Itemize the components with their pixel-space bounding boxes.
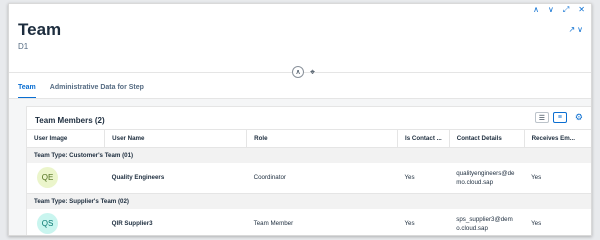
share-icon: ↗ [568,25,576,34]
team-members-table: User Image User Name Role Is Contact ...… [27,129,591,235]
header-nav-icons: ∧ ∨ ⤢ ✕ [533,5,585,15]
header-collapse-bar: ∧ ⌖ [292,66,315,78]
table-row[interactable]: QS QIR Supplier3 Team Member Yes sps_sup… [27,208,591,235]
contact-details-cell: qualityengineers@demo.cloud.sap [449,162,525,194]
table-toolbar: ☰ ≡ ⚙ [534,112,583,123]
receives-email-cell: Yes [524,162,591,194]
receives-email-cell: Yes [524,208,591,235]
column-header-role[interactable]: Role [246,129,398,148]
fullscreen-icon[interactable]: ⤢ [563,5,569,15]
page-subtitle: D1 [18,42,29,51]
group-header-row[interactable]: Team Type: Supplier's Team (02) [27,193,591,209]
object-page-window: ∧ ∨ ⤢ ✕ Team D1 ↗ ∨ ∧ ⌖ Team Administrat… [8,3,592,236]
column-header-user-name[interactable]: User Name [104,129,247,148]
chevron-down-icon: ∨ [577,25,583,34]
chevron-up-icon: ∧ [295,69,301,76]
table-row[interactable]: QE Quality Engineers Coordinator Yes qua… [27,162,591,194]
card-title: Team Members (2) [35,116,105,125]
user-name-cell: QIR Supplier3 [104,208,247,235]
user-name-cell: Quality Engineers [104,162,247,194]
table-header-row: User Image User Name Role Is Contact ...… [27,129,591,148]
column-header-receives-email[interactable]: Receives Em... [523,129,591,148]
section-tabs: Team Administrative Data for Step [18,84,144,99]
group-label: Team Type: Customer's Team (01) [27,147,591,163]
group-label: Team Type: Supplier's Team (02) [27,193,591,209]
avatar: QE [37,167,58,189]
role-cell: Team Member [246,208,398,235]
pin-header-icon[interactable]: ⌖ [310,67,315,78]
expand-all-button[interactable]: ☰ [534,112,549,123]
contact-details-cell: sps_supplier3@demo.cloud.sap [449,208,525,235]
page-title: Team [18,20,62,39]
tab-team[interactable]: Team [18,84,36,99]
collapse-all-button[interactable]: ≡ [552,112,567,123]
column-header-contact-details[interactable]: Contact Details [448,129,525,148]
chevron-down-icon[interactable]: ∨ [548,5,554,15]
settings-gear-icon[interactable]: ⚙ [575,112,583,123]
share-button[interactable]: ↗ ∨ [568,25,583,34]
team-members-card: Team Members (2) ☰ ≡ ⚙ User Image User N… [26,106,591,235]
is-contact-cell: Yes [397,208,450,235]
close-icon[interactable]: ✕ [578,5,585,15]
role-cell: Coordinator [246,162,398,194]
chevron-up-icon[interactable]: ∧ [533,5,539,15]
is-contact-cell: Yes [397,162,450,194]
user-image-cell: QE [27,162,105,194]
column-header-is-contact[interactable]: Is Contact ... [396,129,450,148]
tab-administrative-data[interactable]: Administrative Data for Step [50,84,144,99]
avatar: QS [37,213,58,235]
user-image-cell: QS [27,208,105,235]
list-icon: ☰ [538,114,546,122]
collapse-header-button[interactable]: ∧ [292,66,304,78]
group-header-row[interactable]: Team Type: Customer's Team (01) [27,147,591,163]
collapse-list-icon: ≡ [557,114,562,121]
column-header-user-image[interactable]: User Image [27,129,105,148]
